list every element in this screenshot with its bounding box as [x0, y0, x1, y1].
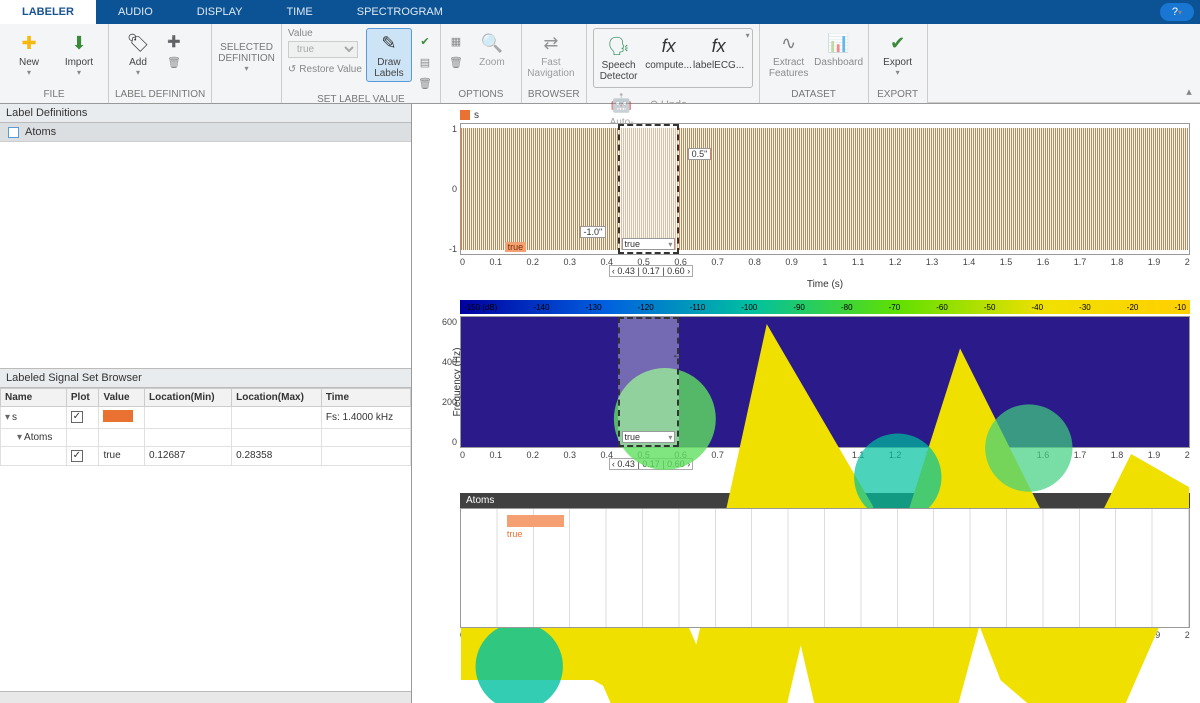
tab-time[interactable]: TIME: [264, 0, 334, 24]
features-icon: ∿: [777, 31, 801, 55]
col-locmax[interactable]: Location(Max): [232, 388, 322, 406]
draw-labels-button[interactable]: ✎Draw Labels: [366, 28, 412, 82]
dashboard-icon: 📊: [827, 31, 851, 55]
plot-checkbox[interactable]: [71, 411, 83, 423]
color-swatch: [103, 410, 133, 422]
speech-detector-button[interactable]: 🗣Speech Detector: [596, 31, 642, 85]
label-definitions-header: Label Definitions: [0, 104, 411, 123]
group-dataset-title: DATASET: [766, 87, 862, 103]
group-export-title: EXPORT: [875, 87, 921, 103]
roi-value-dropdown[interactable]: true▾: [622, 431, 676, 443]
undo-icon: ↺: [288, 64, 296, 75]
collapse-ribbon-icon[interactable]: ▴: [1180, 82, 1198, 100]
import-button[interactable]: ⬇Import▾: [56, 28, 102, 80]
col-locmin[interactable]: Location(Min): [145, 388, 232, 406]
col-name[interactable]: Name: [1, 388, 67, 406]
resize-handle-icon[interactable]: ↔: [671, 347, 683, 361]
fx-icon: fx: [707, 34, 731, 58]
horizontal-scrollbar[interactable]: [0, 691, 411, 703]
fx-icon: fx: [657, 34, 681, 58]
group-browser-title: BROWSER: [528, 87, 580, 103]
autolabel-icon: 🤖: [610, 91, 634, 115]
plot-checkbox[interactable]: [71, 450, 83, 462]
signal-set-table: Name Plot Value Location(Min) Location(M…: [0, 388, 411, 466]
restore-value-button[interactable]: ↺Restore Value: [288, 64, 362, 75]
selected-definition-dropdown[interactable]: ▾: [245, 64, 249, 73]
group-options-title: OPTIONS: [447, 87, 515, 103]
left-panel: Label Definitions Atoms Labeled Signal S…: [0, 104, 412, 703]
tag-icon: 🏷: [126, 31, 150, 55]
atom-region[interactable]: [507, 515, 564, 527]
ribbon: ✚New▾ ⬇Import▾ FILE 🏷Add▾ ➕ 🗑 LABEL DEFI…: [0, 24, 1200, 104]
labelecg-fn-button[interactable]: fxlabelECG...: [696, 31, 742, 74]
waveform-trace: [461, 128, 1189, 250]
nav-icon: ⇄: [539, 31, 563, 55]
label-util2-icon[interactable]: ▤: [416, 53, 434, 71]
plus-icon: ✚: [17, 31, 41, 55]
legend-swatch: [460, 110, 470, 120]
roi-value-dropdown[interactable]: true▾: [622, 238, 676, 250]
selected-definition-label: SELECTED DEFINITION: [218, 42, 275, 64]
expander-icon[interactable]: ▾: [17, 432, 22, 443]
tab-spectrogram[interactable]: SPECTROGRAM: [335, 0, 465, 24]
atoms-track[interactable]: true: [460, 508, 1190, 628]
new-button[interactable]: ✚New▾: [6, 28, 52, 80]
value-select[interactable]: true: [288, 41, 358, 58]
signal-set-browser-header: Labeled Signal Set Browser: [0, 368, 411, 388]
group-file-title: FILE: [6, 87, 102, 103]
col-plot[interactable]: Plot: [66, 388, 99, 406]
value-label: Value: [288, 28, 362, 39]
extract-features-button[interactable]: ∿Extract Features: [766, 28, 812, 82]
zoom-icon: 🔍: [480, 31, 504, 55]
export-button[interactable]: ✔Export▾: [875, 28, 921, 80]
check-icon: ✔: [886, 31, 910, 55]
roi-selection[interactable]: true▾ ↔: [618, 317, 680, 447]
spectrogram-axes[interactable]: Frequency (Hz) 6004002000 true▾ ↔: [460, 316, 1190, 448]
fast-nav-button[interactable]: ⇄Fast Navigation: [528, 28, 574, 82]
spectrogram-colorbar: -150 (dB)-140-130-120-110-100-90-80-70-6…: [460, 300, 1190, 314]
speech-icon: 🗣: [607, 34, 631, 58]
roi-selection[interactable]: 0.5" -1.0" true▾: [618, 124, 680, 254]
label-util1-icon[interactable]: ✔: [416, 32, 434, 50]
sublabel-add-icon[interactable]: ➕: [165, 32, 183, 50]
labeldef-item-atoms[interactable]: Atoms: [0, 123, 411, 142]
tab-audio[interactable]: AUDIO: [96, 0, 175, 24]
plot-area: s 10-1 0.5" -1.0" true▾ true 00.10.20.30…: [412, 104, 1200, 703]
atom-region-label: true: [507, 529, 523, 539]
table-row[interactable]: ▾Atoms: [1, 428, 411, 446]
true-tag: true: [505, 242, 527, 252]
annot-high: 0.5": [688, 148, 712, 160]
draw-icon: ✎: [377, 31, 401, 55]
roi-type-icon: [8, 127, 19, 138]
waveform-xlabel: Time (s): [460, 279, 1190, 290]
help-button[interactable]: ? ▾: [1160, 3, 1194, 21]
col-value[interactable]: Value: [99, 388, 145, 406]
col-time[interactable]: Time: [321, 388, 410, 406]
compute-fn-button[interactable]: fxcompute...: [646, 31, 692, 74]
annot-low: -1.0": [580, 226, 607, 238]
opt1-icon[interactable]: ▦: [447, 32, 465, 50]
automate-gallery-dropdown[interactable]: ▾: [746, 31, 750, 40]
table-row[interactable]: true 0.12687 0.28358: [1, 446, 411, 465]
expander-icon[interactable]: ▾: [5, 412, 10, 423]
zoom-button[interactable]: 🔍Zoom: [469, 28, 515, 71]
label-util3-icon[interactable]: 🗑: [416, 74, 434, 92]
legend-label: s: [474, 110, 479, 121]
tab-labeler[interactable]: LABELER: [0, 0, 96, 24]
table-row[interactable]: ▾s Fs: 1.4000 kHz: [1, 406, 411, 428]
dashboard-button[interactable]: 📊Dashboard: [816, 28, 862, 71]
group-labeldef-title: LABEL DEFINITION: [115, 87, 205, 103]
menu-tabs: LABELER AUDIO DISPLAY TIME SPECTROGRAM ?…: [0, 0, 1200, 24]
add-labeldef-button[interactable]: 🏷Add▾: [115, 28, 161, 80]
waveform-axes[interactable]: 10-1 0.5" -1.0" true▾ true: [460, 123, 1190, 255]
opt2-icon[interactable]: 🗑: [447, 53, 465, 71]
tab-display[interactable]: DISPLAY: [175, 0, 265, 24]
roi-readout: ‹ 0.43 | 0.17 | 0.60 ›: [609, 265, 693, 277]
delete-icon[interactable]: 🗑: [165, 53, 183, 71]
import-icon: ⬇: [67, 31, 91, 55]
